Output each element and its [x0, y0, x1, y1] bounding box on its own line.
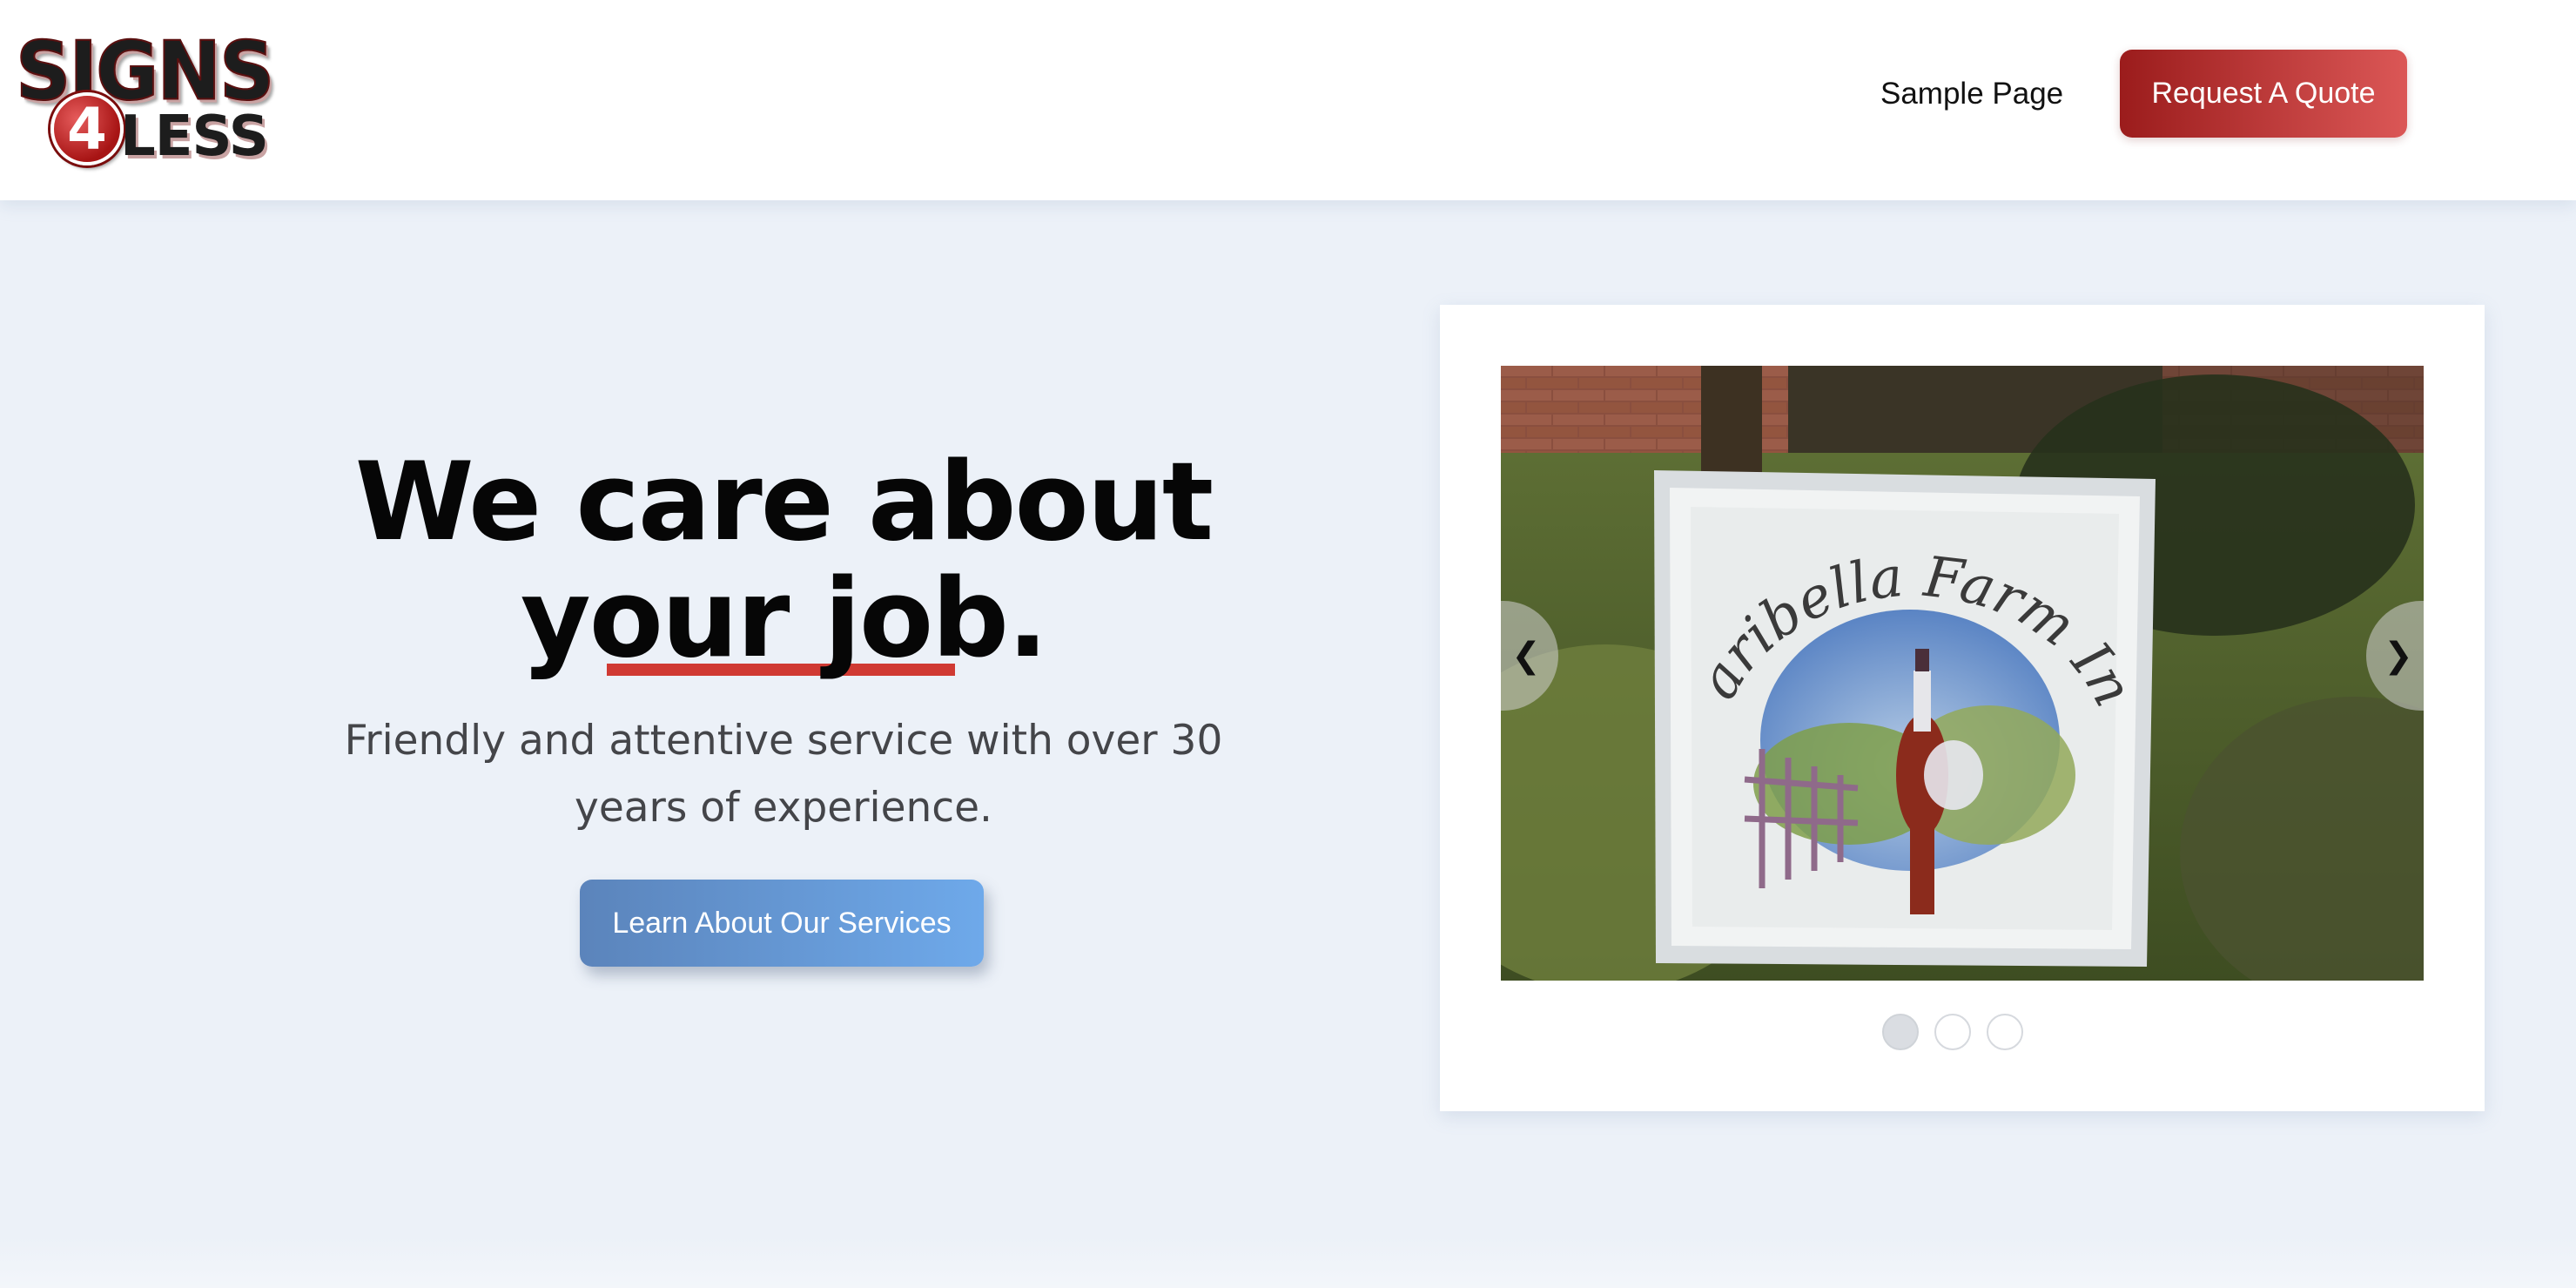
hero-title-line2: your job. — [520, 556, 1048, 682]
farm-sign-photo: Maribella Farm Inc. — [1501, 366, 2424, 981]
logo-less-text: LESS — [120, 105, 269, 169]
learn-services-button[interactable]: Learn About Our Services — [580, 880, 984, 967]
slider-dot-3[interactable] — [1987, 1014, 2023, 1050]
site-header: SIGNS 4 LESS Sample Page Request A Quote — [0, 0, 2576, 200]
hero-title: We care about your job. — [261, 444, 1306, 678]
slider-dot-1[interactable] — [1882, 1014, 1919, 1050]
slider-dot-2[interactable] — [1934, 1014, 1971, 1050]
slider-dots — [1882, 1014, 2023, 1050]
request-quote-button[interactable]: Request A Quote — [2120, 50, 2407, 138]
section-divider — [0, 1237, 2576, 1288]
logo-four-badge: 4 — [50, 92, 124, 165]
logo-signs-text: SIGNS — [15, 24, 275, 118]
hero-title-line1: We care about — [354, 440, 1214, 565]
hero-subtitle: Friendly and attentive service with over… — [344, 717, 1223, 832]
slide-image: Maribella Farm Inc. — [1501, 366, 2424, 981]
signs-4-less-logo[interactable]: SIGNS 4 LESS — [15, 24, 293, 169]
nav-sample-page-link[interactable]: Sample Page — [1880, 75, 2063, 113]
image-slider-card: Maribella Farm Inc. ❮ ❯ — [1440, 305, 2485, 1111]
